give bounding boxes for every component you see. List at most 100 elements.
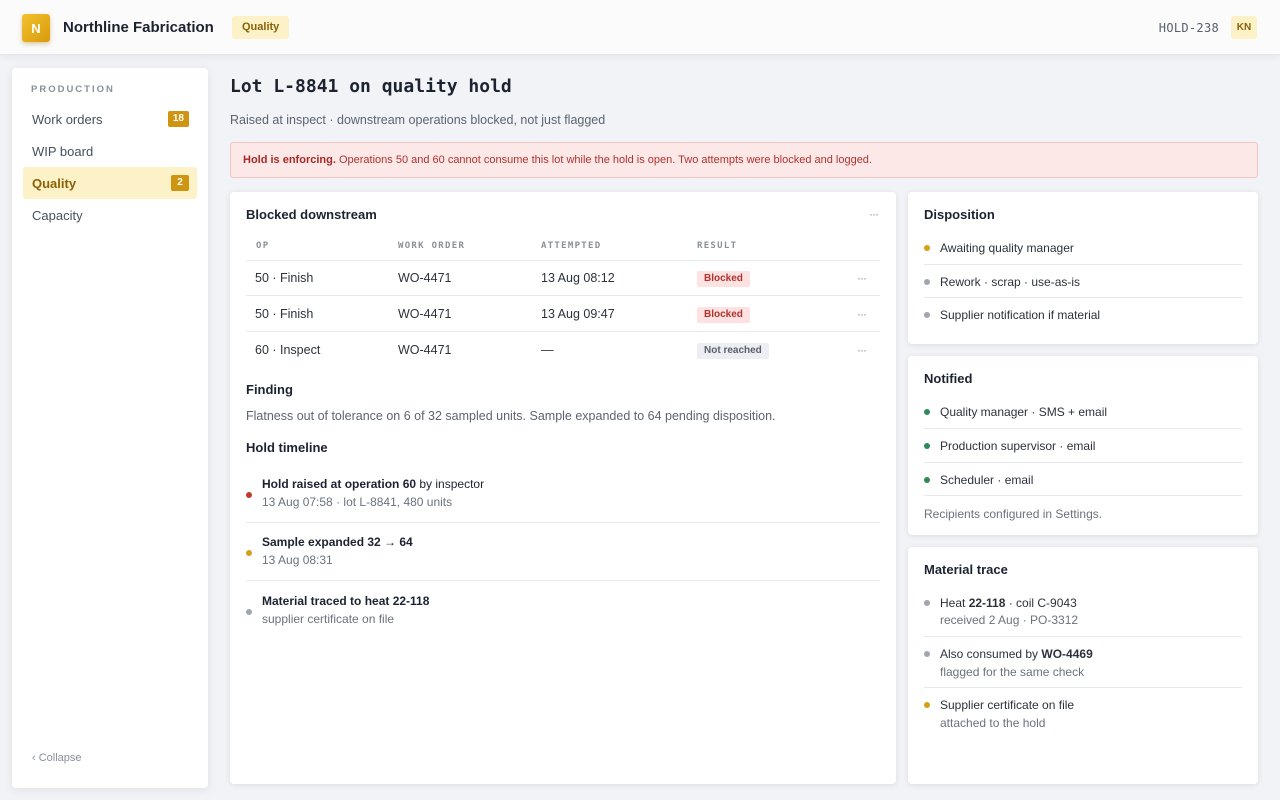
page-subtitle: Raised at inspect · downstream operation… (230, 113, 606, 127)
list-item-sub: received 2 Aug · PO-3312 (940, 613, 1079, 627)
list-item-text: Scheduler · email (940, 473, 1034, 487)
finding-title: Finding (246, 382, 293, 397)
divider (924, 297, 1242, 298)
row-more-icon[interactable]: ··· (857, 271, 867, 285)
status-badge: Not reached (697, 343, 769, 359)
status-dot-icon (924, 279, 930, 285)
list-item-sub: attached to the hold (940, 716, 1046, 730)
divider (924, 687, 1242, 688)
timeline-sub: 13 Aug 07:58 · lot L-8841, 480 units (262, 495, 453, 509)
status-dot-icon (924, 702, 930, 708)
cell-attempted: 13 Aug 08:12 (541, 271, 615, 285)
timeline-item: Hold raised at operation 60 by inspector… (246, 477, 880, 535)
row-more-icon[interactable]: ··· (857, 307, 867, 321)
status-dot-icon (924, 409, 930, 415)
hold-alert: Hold is enforcing. Operations 50 and 60 … (230, 142, 1258, 178)
app-name: Northline Fabrication (63, 19, 214, 36)
finding-text: Flatness out of tolerance on 6 of 32 sam… (246, 409, 776, 423)
list-item-text: Heat 22-118 · coil C-9043 (940, 596, 1077, 610)
status-dot-icon (246, 492, 252, 498)
sidebar: PRODUCTION Work orders 18 WIP board Qual… (12, 68, 208, 788)
list-item-sub: flagged for the same check (940, 665, 1085, 679)
timeline-item: Sample expanded 32 → 64 13 Aug 08:31 (246, 535, 880, 593)
alert-strong: Hold is enforcing. (243, 154, 336, 166)
status-badge: Blocked (697, 307, 750, 323)
divider (246, 580, 880, 581)
status-dot-icon (246, 550, 252, 556)
cell-attempted: — (541, 343, 554, 357)
status-dot-icon (924, 443, 930, 449)
cell-op: 50 · Finish (255, 271, 314, 285)
divider (924, 264, 1242, 265)
divider (246, 522, 880, 523)
card-title: Disposition (924, 207, 995, 222)
divider (924, 462, 1242, 463)
row-more-icon[interactable]: ··· (857, 343, 867, 357)
cell-op: 50 · Finish (255, 307, 314, 321)
module-chip[interactable]: Quality (232, 16, 290, 39)
blocked-downstream-card: Blocked downstream ··· OP WORK ORDER ATT… (230, 192, 896, 784)
list-item-text: Supplier notification if material (940, 308, 1101, 322)
page-title: Lot L-8841 on quality hold (230, 76, 512, 97)
hold-id: HOLD-238 (1158, 21, 1219, 35)
sidebar-section-label: PRODUCTION (31, 84, 115, 95)
disposition-card: Disposition Awaiting quality manager Rew… (908, 192, 1258, 344)
sidebar-item-wip-board[interactable]: WIP board (23, 135, 197, 167)
card-title: Blocked downstream (246, 207, 377, 222)
avatar[interactable]: KN (1231, 16, 1257, 39)
count-badge: 2 (171, 175, 189, 191)
sidebar-item-label: Quality (32, 175, 77, 191)
sidebar-item-label: WIP board (32, 143, 94, 159)
notified-card: Notified Quality manager · SMS + email P… (908, 356, 1258, 535)
divider (924, 428, 1242, 429)
cell-attempted: 13 Aug 09:47 (541, 307, 615, 321)
list-item-text: Rework · scrap · use-as-is (940, 275, 1081, 289)
timeline-sub: 13 Aug 08:31 (262, 553, 333, 567)
timeline-title: Hold timeline (246, 440, 328, 455)
divider (246, 295, 880, 296)
cell-work-order[interactable]: WO-4471 (398, 271, 452, 285)
divider (246, 331, 880, 332)
collapse-button[interactable]: ‹ Collapse (32, 752, 82, 764)
column-header-work-order[interactable]: WORK ORDER (398, 241, 465, 261)
list-item-text: Production supervisor · email (940, 439, 1096, 453)
status-dot-icon (924, 651, 930, 657)
cell-work-order[interactable]: WO-4471 (398, 307, 452, 321)
sidebar-item-quality[interactable]: Quality 2 (23, 167, 197, 199)
sidebar-item-work-orders[interactable]: Work orders 18 (23, 103, 197, 135)
alert-text: Operations 50 and 60 cannot consume this… (335, 154, 872, 166)
sidebar-item-capacity[interactable]: Capacity (23, 199, 197, 231)
list-item: Supplier certificate on file attached to… (924, 698, 1242, 738)
card-title: Material trace (924, 562, 1008, 577)
column-header-attempted[interactable]: ATTEMPTED (541, 241, 601, 261)
list-item-text: Awaiting quality manager (940, 241, 1074, 255)
count-badge: 18 (167, 111, 189, 127)
timeline-sub: supplier certificate on file (262, 612, 395, 626)
status-dot-icon (924, 312, 930, 318)
status-dot-icon (924, 600, 930, 606)
timeline-main: Material traced to heat 22-118 (262, 594, 430, 608)
status-dot-icon (246, 609, 252, 615)
settings-note: Recipients configured in Settings. (924, 507, 1103, 521)
divider (924, 636, 1242, 637)
list-item-text: Also consumed by WO-4469 (940, 647, 1093, 661)
status-dot-icon (924, 477, 930, 483)
list-item: Also consumed by WO-4469 flagged for the… (924, 647, 1242, 687)
card-title: Notified (924, 371, 973, 386)
sidebar-item-label: Work orders (32, 111, 103, 127)
column-header-op[interactable]: OP (256, 241, 269, 261)
cell-op: 60 · Inspect (255, 343, 321, 357)
list-item-text: Quality manager · SMS + email (940, 405, 1108, 419)
timeline-item: Material traced to heat 22-118 supplier … (246, 594, 880, 652)
app-logo[interactable]: N (22, 14, 50, 42)
top-bar: N Northline Fabrication Quality HOLD-238… (0, 0, 1280, 55)
divider (924, 495, 1242, 496)
list-item: Heat 22-118 · coil C-9043 received 2 Aug… (924, 596, 1242, 636)
divider (246, 260, 880, 261)
cell-work-order[interactable]: WO-4471 (398, 343, 452, 357)
column-header-result[interactable]: RESULT (697, 241, 737, 261)
list-item-text: Supplier certificate on file (940, 698, 1075, 712)
more-icon[interactable]: ··· (869, 207, 879, 221)
timeline-main: Hold raised at operation 60 by inspector (262, 477, 485, 491)
sidebar-item-label: Capacity (32, 207, 83, 223)
